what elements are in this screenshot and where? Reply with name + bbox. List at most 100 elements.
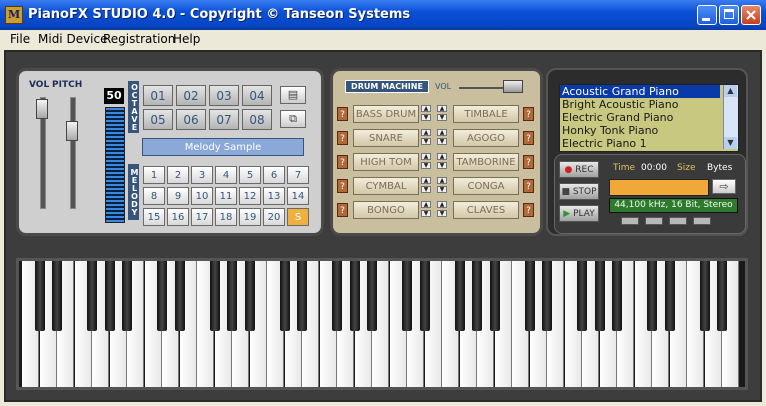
black-key[interactable] — [87, 261, 97, 331]
melody-button[interactable]: 19 — [239, 208, 261, 226]
spin-down[interactable]: ▼ — [437, 114, 447, 121]
melody-button[interactable]: 11 — [215, 187, 237, 205]
octave-button-06[interactable]: 06 — [176, 109, 206, 130]
black-key[interactable] — [297, 261, 307, 331]
black-key[interactable] — [612, 261, 622, 331]
octave-button-07[interactable]: 07 — [209, 109, 239, 130]
octave-button-04[interactable]: 04 — [242, 85, 272, 106]
spin-up[interactable]: ▲ — [437, 105, 447, 112]
drum-cymbal[interactable]: CYMBAL — [353, 177, 419, 195]
file-name-field[interactable] — [609, 179, 709, 196]
spin-down[interactable]: ▼ — [421, 186, 431, 193]
black-key[interactable] — [367, 261, 377, 331]
melody-button[interactable]: 7 — [287, 166, 309, 184]
pitch-slider-knob[interactable] — [66, 121, 78, 141]
melody-button[interactable]: 1 — [143, 166, 165, 184]
melody-button[interactable]: 5 — [239, 166, 261, 184]
black-key[interactable] — [332, 261, 342, 331]
melody-stop-button[interactable]: S — [287, 208, 309, 226]
melody-button[interactable]: 15 — [143, 208, 165, 226]
voice-item[interactable]: Electric Piano 1 — [562, 137, 647, 150]
spin-down[interactable]: ▼ — [437, 210, 447, 217]
spin-up[interactable]: ▲ — [421, 201, 431, 208]
black-key[interactable] — [174, 261, 185, 331]
scroll-up-icon[interactable]: ▲ — [724, 85, 737, 97]
piano-keyboard[interactable] — [16, 258, 748, 390]
melody-button[interactable]: 14 — [287, 187, 309, 205]
black-key[interactable] — [52, 261, 62, 331]
black-key[interactable] — [717, 261, 727, 331]
melody-button[interactable]: 18 — [215, 208, 237, 226]
melody-button[interactable]: 6 — [263, 166, 285, 184]
spin-up[interactable]: ▲ — [437, 201, 447, 208]
black-key[interactable] — [227, 261, 237, 331]
black-key[interactable] — [104, 261, 115, 331]
spin-up[interactable]: ▲ — [421, 129, 431, 136]
spin-down[interactable]: ▼ — [421, 162, 431, 169]
drum-snare[interactable]: SNARE — [353, 129, 419, 147]
menu-button[interactable]: ▤ — [280, 86, 306, 104]
maximize-button[interactable] — [719, 5, 739, 25]
copy-button[interactable]: ⧉ — [280, 110, 306, 128]
black-key[interactable] — [454, 261, 465, 331]
voice-item[interactable]: Electric Grand Piano — [562, 111, 673, 124]
drum-help-button[interactable]: ? — [523, 155, 534, 169]
drum-help-button[interactable]: ? — [523, 203, 534, 217]
menu-file[interactable]: File — [10, 32, 30, 46]
melody-button[interactable]: 8 — [143, 187, 165, 205]
black-key[interactable] — [34, 261, 45, 331]
black-key[interactable] — [664, 261, 675, 331]
spin-up[interactable]: ▲ — [437, 177, 447, 184]
drum-help-button[interactable]: ? — [337, 131, 348, 145]
drum-help-button[interactable]: ? — [523, 179, 534, 193]
vol-slider-knob[interactable] — [36, 99, 48, 119]
melody-button[interactable]: 10 — [191, 187, 213, 205]
spin-up[interactable]: ▲ — [437, 129, 447, 136]
black-key[interactable] — [279, 261, 290, 331]
drum-bass-drum[interactable]: BASS DRUM — [353, 105, 419, 123]
spin-up[interactable]: ▲ — [421, 177, 431, 184]
pitch-slider-track[interactable] — [70, 97, 76, 209]
drum-tamborine[interactable]: TAMBORINE — [453, 153, 519, 171]
melody-button[interactable]: 20 — [263, 208, 285, 226]
drum-help-button[interactable]: ? — [523, 131, 534, 145]
menu-help[interactable]: Help — [173, 32, 200, 46]
spin-up[interactable]: ▲ — [421, 105, 431, 112]
drum-bongo[interactable]: BONGO — [353, 201, 419, 219]
spin-down[interactable]: ▼ — [437, 186, 447, 193]
menu-registration[interactable]: Registration — [103, 32, 175, 46]
scroll-down-icon[interactable]: ▼ — [724, 137, 737, 149]
melody-button[interactable]: 17 — [191, 208, 213, 226]
black-key[interactable] — [647, 261, 657, 331]
spin-up[interactable]: ▲ — [437, 153, 447, 160]
melody-button[interactable]: 12 — [239, 187, 261, 205]
voice-item[interactable]: Bright Acoustic Piano — [562, 98, 679, 111]
open-button[interactable]: ⇨ — [712, 179, 736, 194]
drum-help-button[interactable]: ? — [523, 107, 534, 121]
black-key[interactable] — [244, 261, 255, 331]
drum-vol-knob[interactable] — [503, 80, 523, 93]
app-icon[interactable]: M — [5, 6, 23, 24]
black-key[interactable] — [489, 261, 500, 331]
voice-item[interactable]: Honky Tonk Piano — [562, 124, 658, 137]
melody-button[interactable]: 9 — [167, 187, 189, 205]
black-key[interactable] — [122, 261, 132, 331]
spin-down[interactable]: ▼ — [421, 138, 431, 145]
black-key[interactable] — [402, 261, 412, 331]
octave-button-01[interactable]: 01 — [143, 85, 173, 106]
black-key[interactable] — [472, 261, 482, 331]
drum-help-button[interactable]: ? — [337, 155, 348, 169]
black-key[interactable] — [577, 261, 587, 331]
drum-help-button[interactable]: ? — [337, 203, 348, 217]
octave-button-03[interactable]: 03 — [209, 85, 239, 106]
drum-vol-track[interactable] — [459, 87, 509, 89]
minimize-button[interactable] — [697, 5, 717, 25]
melody-button[interactable]: 4 — [215, 166, 237, 184]
record-button[interactable]: ● REC — [559, 161, 599, 178]
black-key[interactable] — [699, 261, 710, 331]
octave-button-05[interactable]: 05 — [143, 109, 173, 130]
spin-down[interactable]: ▼ — [437, 162, 447, 169]
drum-help-button[interactable]: ? — [337, 107, 348, 121]
drum-timbale[interactable]: TIMBALE — [453, 105, 519, 123]
octave-button-08[interactable]: 08 — [242, 109, 272, 130]
